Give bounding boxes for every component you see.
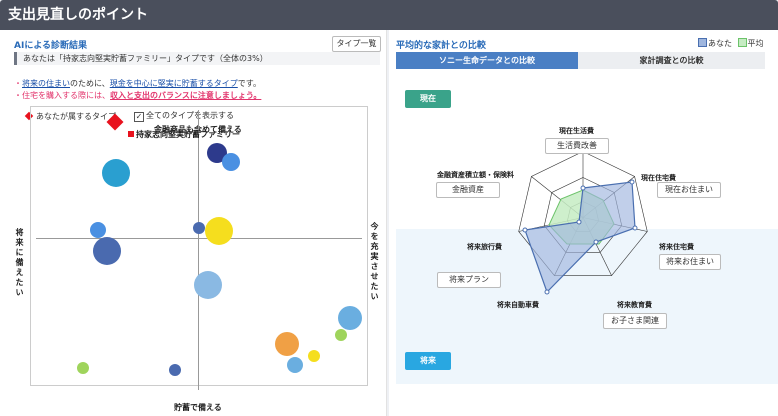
children-button[interactable]: お子さま関連: [603, 313, 667, 329]
type-bubble[interactable]: [93, 237, 121, 265]
type-bubble[interactable]: [102, 159, 130, 187]
you-type-label: 持家志向堅実貯蓄ファミリー: [136, 130, 240, 139]
future-plan-button[interactable]: 将来プラン: [437, 272, 501, 288]
type-bubble[interactable]: [193, 222, 205, 234]
future-home-link[interactable]: 将来の住まい: [22, 79, 70, 88]
type-bubble[interactable]: [90, 222, 106, 238]
advice-line-1: ・将来の住まいのために、現金を中心に堅実に貯蓄するタイプです。: [14, 79, 261, 88]
vertical-axis: [198, 110, 199, 390]
living-improve-button[interactable]: 生活費改善: [545, 138, 609, 154]
type-bubble[interactable]: [222, 153, 240, 171]
type-bubble[interactable]: [194, 271, 222, 299]
section-title: 支出見直しのポイント: [8, 7, 148, 23]
type-map-frame: [30, 106, 368, 386]
type-bubble[interactable]: [275, 332, 299, 356]
radar-chart: [518, 151, 648, 295]
comparison-panel: 平均的な家計との比較 あなた 平均 ソニー生命データとの比較 家計調査との比較 …: [389, 30, 778, 416]
financial-assets-button[interactable]: 金融資産: [436, 182, 500, 198]
savings-type-link[interactable]: 現金を中心に堅実に貯蓄するタイプ: [110, 79, 238, 88]
advice-line-2: ・住宅を購入する際には、収入と支出のバランスに注意しましょう。: [14, 91, 262, 100]
future-home-button[interactable]: 将来お住まい: [659, 254, 721, 270]
axis-bottom-label: 貯蓄で備える: [174, 403, 222, 412]
current-home-button[interactable]: 現在お住まい: [657, 182, 721, 198]
type-bubble[interactable]: [335, 329, 347, 341]
type-bubble[interactable]: [169, 364, 181, 376]
diagnosis-result: あなたは「持家志向堅実貯蓄ファミリー」タイプです（全体の3%）: [14, 52, 380, 65]
type-bubble[interactable]: [77, 362, 89, 374]
type-bubble[interactable]: [308, 350, 320, 362]
section-header: 支出見直しのポイント: [0, 0, 778, 30]
label-future-car: 将来自動車費: [497, 301, 539, 309]
label-future-housing: 将来住宅費: [659, 243, 694, 251]
label-finance: 金融資産積立額・保険料: [437, 171, 514, 179]
label-future-travel: 将来旅行費: [467, 243, 502, 251]
type-bubble[interactable]: [338, 306, 362, 330]
horizontal-axis: [36, 238, 362, 239]
type-list-button[interactable]: タイプ一覧: [332, 36, 381, 52]
type-bubble[interactable]: [205, 217, 233, 245]
axis-right-label: 今を充実させたい: [370, 222, 379, 302]
label-future-education: 将来教育費: [617, 301, 652, 309]
diagnosis-title: AIによる診断結果: [14, 41, 88, 51]
label-current-living: 現在生活費: [559, 127, 594, 135]
type-bubble[interactable]: [287, 357, 303, 373]
you-label-square-icon: [128, 131, 134, 137]
axis-left-label: 将来に備えたい: [15, 228, 24, 298]
